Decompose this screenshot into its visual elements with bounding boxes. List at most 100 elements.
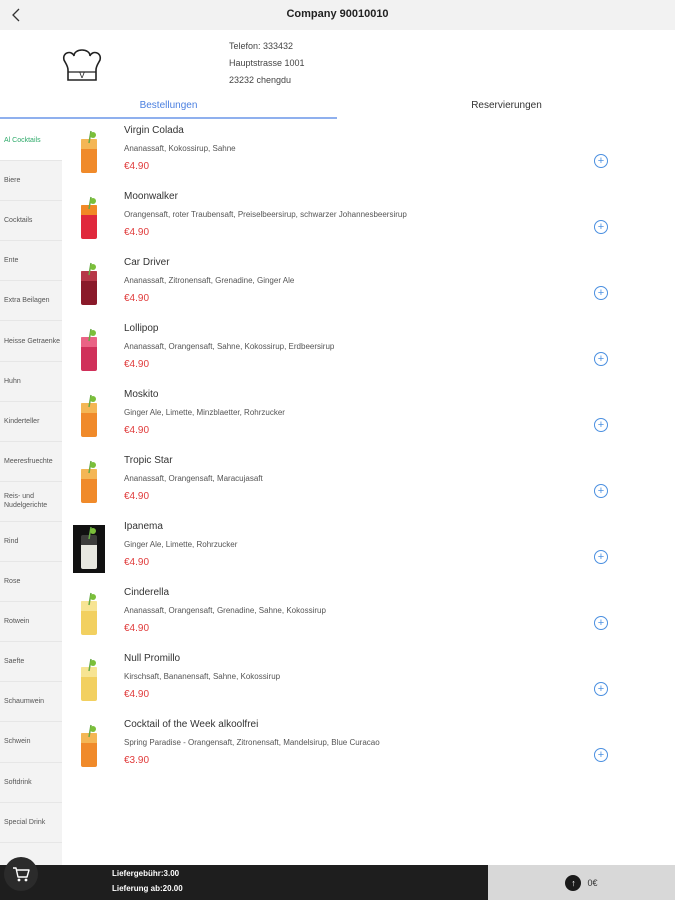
item-description: Kirschsaft, Bananensaft, Sahne, Kokossir… xyxy=(124,672,281,681)
category-sidebar: Al Cocktails Biere Cocktails Ente Extra … xyxy=(0,121,62,865)
category-schaumwein[interactable]: Schaumwein xyxy=(0,682,62,723)
category-softdrink[interactable]: Softdrink xyxy=(0,763,62,803)
add-item-icon[interactable]: + xyxy=(594,616,608,630)
category-huhn[interactable]: Huhn xyxy=(0,362,62,402)
item-price: €4.90 xyxy=(124,689,150,700)
category-saefte[interactable]: Saefte xyxy=(0,642,62,683)
shopping-cart-icon xyxy=(13,867,30,882)
cart-button[interactable] xyxy=(4,857,38,891)
item-description: Orangensaft, roter Traubensaft, Preiselb… xyxy=(124,210,407,219)
category-ente[interactable]: Ente xyxy=(0,241,62,282)
item-price: €3.90 xyxy=(124,755,150,766)
item-name: Virgin Colada xyxy=(124,125,184,136)
item-price: €4.90 xyxy=(124,359,150,370)
item-description: Ananassaft, Zitronensaft, Grenadine, Gin… xyxy=(124,276,295,285)
item-price: €4.90 xyxy=(124,227,150,238)
city-text: 23232 chengdu xyxy=(229,75,292,85)
menu-item[interactable]: Virgin Colada Ananassaft, Kokossirup, Sah… xyxy=(63,121,675,187)
item-name: Moonwalker xyxy=(124,191,178,202)
menu-item-list: Virgin Colada Ananassaft, Kokossirup, Sah… xyxy=(63,121,675,865)
logo-letter: V xyxy=(79,70,85,80)
top-bar: Company 90010010 xyxy=(0,0,675,30)
add-item-icon[interactable]: + xyxy=(594,286,608,300)
contact-info: Telefon: 333432 Hauptstrasse 1001 23232 … xyxy=(229,38,305,89)
add-item-icon[interactable]: + xyxy=(594,352,608,366)
yellow-cocktail-glass-icon xyxy=(73,657,105,705)
restaurant-header: V Telefon: 333432 Hauptstrasse 1001 2323… xyxy=(0,30,675,98)
item-name: Cocktail of the Week alkoolfrei xyxy=(124,719,259,730)
white-cocktail-glass-icon xyxy=(73,525,105,573)
cart-total: 0€ xyxy=(587,877,598,888)
menu-item[interactable]: Lollipop Ananassaft, Orangensaft, Sahne, … xyxy=(63,319,675,385)
menu-item[interactable]: Null Promillo Kirschsaft, Bananensaft, Sa… xyxy=(63,649,675,715)
footer-bar: Liefergebühr:3.00 Lieferung ab:20.00 ↑ 0… xyxy=(0,857,675,900)
menu-item[interactable]: Cinderella Ananassaft, Orangensaft, Grena… xyxy=(63,583,675,649)
category-special-drink[interactable]: Special Drink xyxy=(0,803,62,843)
red-cocktail-glass-icon xyxy=(73,195,105,243)
item-description: Ananassaft, Orangensaft, Sahne, Kokossir… xyxy=(124,342,335,351)
category-biere[interactable]: Biere xyxy=(0,161,62,202)
pink-cocktail-glass-icon xyxy=(73,327,105,375)
add-item-icon[interactable]: + xyxy=(594,220,608,234)
category-rotwein[interactable]: Rotwein xyxy=(0,602,62,643)
item-price: €4.90 xyxy=(124,425,150,436)
menu-item[interactable]: Tropic Star Ananassaft, Orangensaft, Mara… xyxy=(63,451,675,517)
item-description: Ananassaft, Kokossirup, Sahne xyxy=(124,144,236,153)
delivery-min-text: Lieferung ab:20.00 xyxy=(112,884,183,893)
category-kinderteller[interactable]: Kinderteller xyxy=(0,402,62,442)
item-price: €4.90 xyxy=(124,623,150,634)
category-al-cocktails[interactable]: Al Cocktails xyxy=(0,121,62,162)
item-name: Null Promillo xyxy=(124,653,181,664)
menu-item[interactable]: Car Driver Ananassaft, Zitronensaft, Gren… xyxy=(63,253,675,319)
add-item-icon[interactable]: + xyxy=(594,748,608,762)
category-reis-nudelgerichte[interactable]: Reis- und Nudelgerichte xyxy=(0,482,62,522)
tab-reservierungen[interactable]: Reservierungen xyxy=(338,96,675,119)
delivery-fee-text: Liefergebühr:3.00 xyxy=(112,869,180,878)
item-name: Ipanema xyxy=(124,521,163,532)
item-description: Spring Paradise - Orangensaft, Zitronens… xyxy=(124,738,380,747)
menu-item[interactable]: Moskito Ginger Ale, Limette, Minzblaetter… xyxy=(63,385,675,451)
item-price: €4.90 xyxy=(124,557,150,568)
delivery-info-panel: Liefergebühr:3.00 Lieferung ab:20.00 xyxy=(0,857,488,900)
item-name: Car Driver xyxy=(124,257,170,268)
item-name: Lollipop xyxy=(124,323,159,334)
category-heisse-getraenke[interactable]: Heisse Getraenke xyxy=(0,321,62,362)
orange-cocktail-glass-icon xyxy=(73,393,105,441)
item-price: €4.90 xyxy=(124,293,150,304)
item-description: Ginger Ale, Limette, Rohrzucker xyxy=(124,540,238,549)
street-text: Hauptstrasse 1001 xyxy=(229,58,305,68)
checkout-button[interactable]: ↑ 0€ xyxy=(488,865,675,900)
category-schwein[interactable]: Schwein xyxy=(0,722,62,763)
crown-logo-icon: V xyxy=(62,49,102,81)
category-rind[interactable]: Rind xyxy=(0,522,62,563)
category-meeresfruechte[interactable]: Meeresfruechte xyxy=(0,442,62,482)
add-item-icon[interactable]: + xyxy=(594,682,608,696)
add-item-icon[interactable]: + xyxy=(594,550,608,564)
tab-bar: Bestellungen Reservierungen xyxy=(0,96,675,119)
app-title: Company 90010010 xyxy=(286,8,389,20)
add-item-icon[interactable]: + xyxy=(594,484,608,498)
item-description: Ginger Ale, Limette, Minzblaetter, Rohrz… xyxy=(124,408,285,417)
dark-red-cocktail-glass-icon xyxy=(73,261,105,309)
item-description: Ananassaft, Orangensaft, Maracujasaft xyxy=(124,474,263,483)
category-extra-beilagen[interactable]: Extra Beilagen xyxy=(0,281,62,322)
arrow-up-icon: ↑ xyxy=(565,874,582,891)
item-price: €4.90 xyxy=(124,491,150,502)
item-description: Ananassaft, Orangensaft, Grenadine, Sahn… xyxy=(124,606,326,615)
item-price: €4.90 xyxy=(124,161,150,172)
menu-item[interactable]: Moonwalker Orangensaft, roter Traubensaft… xyxy=(63,187,675,253)
menu-item[interactable]: Ipanema Ginger Ale, Limette, Rohrzucker €4… xyxy=(63,517,675,583)
category-rose[interactable]: Rose xyxy=(0,562,62,603)
category-cocktails[interactable]: Cocktails xyxy=(0,201,62,242)
yellow-cocktail-glass-icon xyxy=(73,591,105,639)
orange-cocktail-glass-icon xyxy=(73,459,105,507)
phone-text: Telefon: 333432 xyxy=(229,41,294,51)
orange-cocktail-glass-icon xyxy=(73,723,105,771)
add-item-icon[interactable]: + xyxy=(594,418,608,432)
item-name: Tropic Star xyxy=(124,455,173,466)
tab-bestellungen[interactable]: Bestellungen xyxy=(0,96,337,119)
add-item-icon[interactable]: + xyxy=(594,154,608,168)
item-name: Moskito xyxy=(124,389,159,400)
orange-cocktail-glass-icon xyxy=(73,129,105,177)
menu-item[interactable]: Cocktail of the Week alkoolfrei Spring Pa… xyxy=(63,715,675,781)
